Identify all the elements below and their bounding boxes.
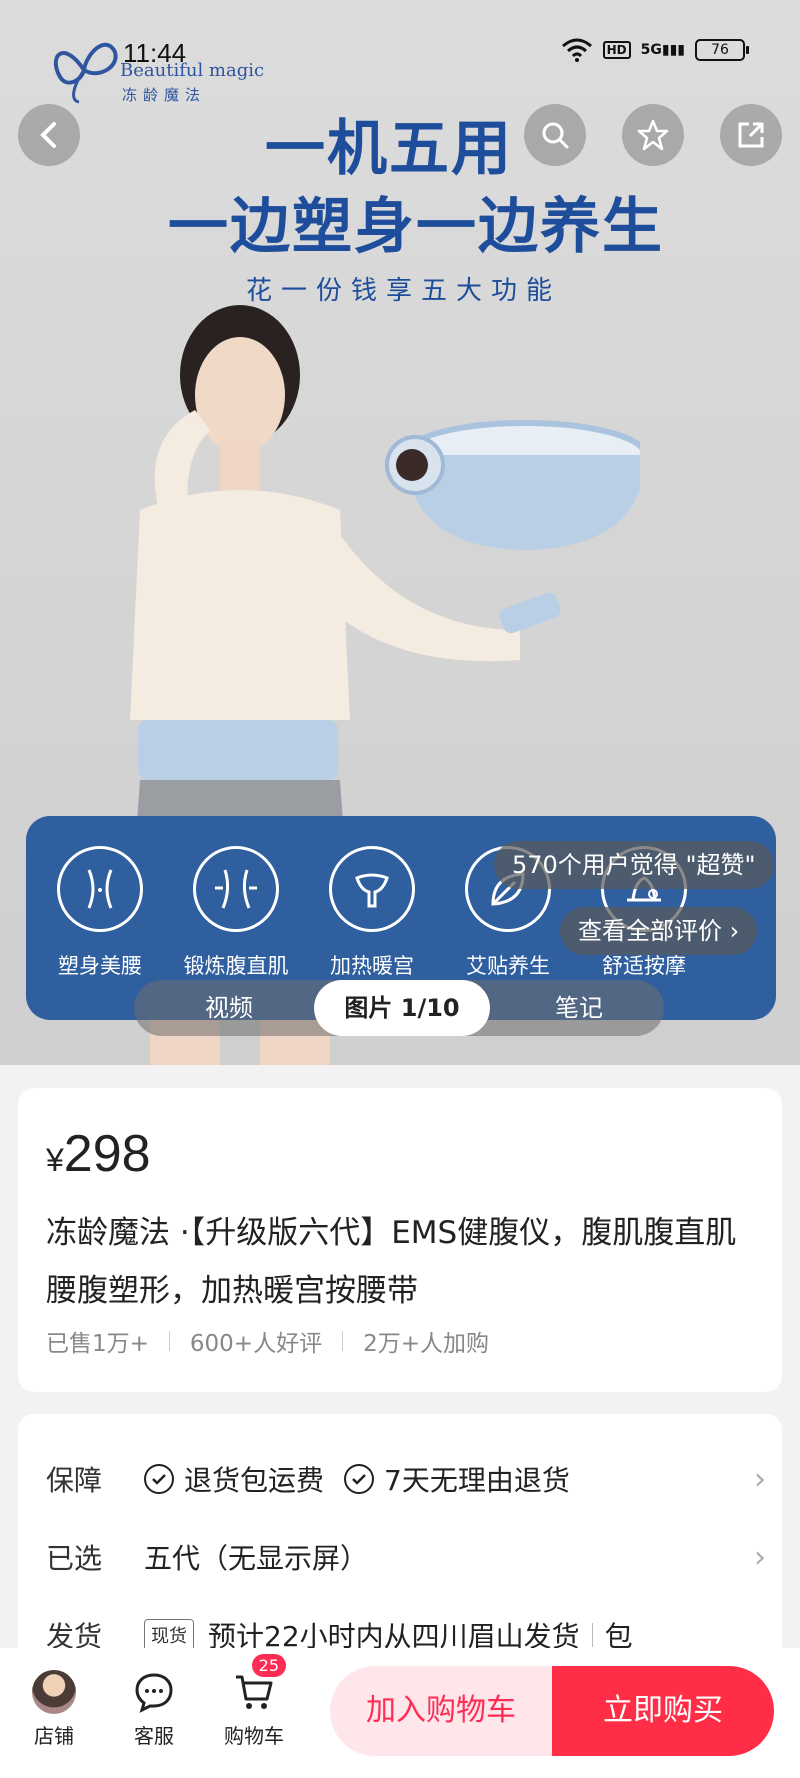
divider	[342, 1331, 344, 1351]
feature-label: 艾贴养生	[466, 954, 550, 978]
star-icon	[637, 119, 669, 151]
review-summary[interactable]: 570个用户觉得 "超赞"	[494, 841, 774, 889]
guarantee-text: 退货包运费	[184, 1464, 325, 1497]
hero-headline-2: 一边塑身一边养生	[168, 192, 664, 262]
brand-name-cn: 冻龄魔法	[122, 86, 207, 104]
chevron-left-icon	[40, 122, 56, 148]
search-icon	[542, 122, 569, 149]
tab-picture[interactable]: 图片 1/10	[314, 980, 490, 1036]
cart-button[interactable]: 25 购物车	[214, 1654, 294, 1749]
product-image-gallery[interactable]: 11:44 HD 5G▮▮▮ 76 Beautiful magic 冻龄魔法 一…	[0, 0, 800, 1065]
divider	[591, 1623, 593, 1647]
cart-label: 购物车	[224, 1724, 284, 1748]
guarantee-row[interactable]: 保障 退货包运费 7天无理由退货 ›	[46, 1454, 766, 1504]
tab-note[interactable]: 笔记	[524, 980, 634, 1036]
cart-count-badge: 25	[251, 1654, 286, 1677]
feature-item: 加热暖宫	[312, 846, 432, 980]
store-button[interactable]: 店铺	[14, 1670, 94, 1749]
tab-video[interactable]: 视频	[174, 980, 284, 1036]
service-label: 客服	[134, 1724, 174, 1748]
chevron-right-icon: ›	[729, 917, 740, 945]
media-tab-switch: 视频 图片 1/10 笔记	[134, 980, 664, 1036]
guarantee-label: 保障	[46, 1464, 103, 1497]
signal-icon: 5G▮▮▮	[640, 42, 685, 58]
divider	[168, 1331, 170, 1351]
price: ¥298	[46, 1124, 151, 1184]
share-button[interactable]	[720, 104, 782, 166]
status-icons: HD 5G▮▮▮ 76	[561, 38, 749, 62]
check-circle-icon	[344, 1464, 375, 1494]
check-circle-icon	[144, 1464, 174, 1494]
chat-icon	[132, 1670, 176, 1714]
view-all-reviews-button[interactable]: 查看全部评价 ›	[560, 907, 758, 955]
selected-variant: 五代（无显示屏）	[144, 1542, 369, 1575]
back-button[interactable]	[18, 104, 80, 166]
brand-logo	[53, 42, 118, 104]
share-icon	[738, 122, 764, 148]
battery-icon: 76	[695, 39, 749, 61]
sold-count: 已售1万+	[46, 1331, 149, 1357]
screen: 11:44 HD 5G▮▮▮ 76 Beautiful magic 冻龄魔法 一…	[0, 0, 800, 1778]
cart-add-count: 2万+人加购	[363, 1331, 489, 1357]
chevron-right-icon: ›	[754, 1539, 766, 1575]
in-stock-tag: 现货	[144, 1619, 194, 1651]
feature-label: 加热暖宫	[330, 954, 414, 978]
good-review-count: 600+人好评	[189, 1331, 323, 1357]
uterus-icon	[329, 846, 415, 932]
feature-item: 锻炼腹直肌	[176, 846, 296, 980]
store-icon	[32, 1670, 76, 1714]
currency-symbol: ¥	[46, 1142, 64, 1178]
price-card: ¥298 冻龄魔法 ·【升级版六代】EMS健腹仪，腹肌腹直肌腰腹塑形，加热暖宫按…	[18, 1088, 782, 1392]
waist-icon	[57, 846, 143, 932]
product-stats: 已售1万+ 600+人好评 2万+人加购	[46, 1324, 489, 1358]
brand-name-en: Beautiful magic	[120, 60, 265, 81]
search-button[interactable]	[524, 104, 586, 166]
review-summary-text: 570个用户觉得	[512, 851, 686, 879]
chevron-right-icon: ›	[754, 1461, 766, 1497]
review-summary-quote: "超赞"	[685, 851, 756, 879]
view-all-reviews-label: 查看全部评价	[578, 917, 722, 945]
product-title: 冻龄魔法 ·【升级版六代】EMS健腹仪，腹肌腹直肌腰腹塑形，加热暖宫按腰带	[46, 1215, 737, 1309]
guarantee-text: 7天无理由退货	[384, 1464, 570, 1497]
feature-label: 锻炼腹直肌	[183, 954, 289, 978]
customer-service-button[interactable]: 客服	[114, 1670, 194, 1749]
cart-icon: 25	[232, 1654, 286, 1714]
guarantee-item: 退货包运费	[144, 1459, 324, 1499]
feature-label: 塑身美腰	[58, 954, 142, 978]
selected-label: 已选	[46, 1542, 103, 1575]
store-label: 店铺	[34, 1724, 74, 1748]
selected-variant-row[interactable]: 已选 五代（无显示屏） ›	[46, 1532, 766, 1582]
hero-headline-1: 一机五用	[265, 114, 513, 184]
favorite-button[interactable]	[622, 104, 684, 166]
feature-item: 塑身美腰	[40, 846, 160, 980]
guarantee-item: 7天无理由退货	[344, 1459, 570, 1499]
bottom-action-bar: 店铺 客服 25 购物车 加入购物车 立即购买	[0, 1648, 800, 1778]
hd-icon: HD	[602, 41, 631, 59]
add-to-cart-button[interactable]: 加入购物车	[330, 1666, 552, 1756]
price-value: 298	[63, 1125, 151, 1183]
buy-now-button[interactable]: 立即购买	[552, 1666, 774, 1756]
wifi-icon	[561, 38, 592, 62]
store-avatar	[32, 1670, 76, 1714]
abs-icon	[193, 846, 279, 932]
